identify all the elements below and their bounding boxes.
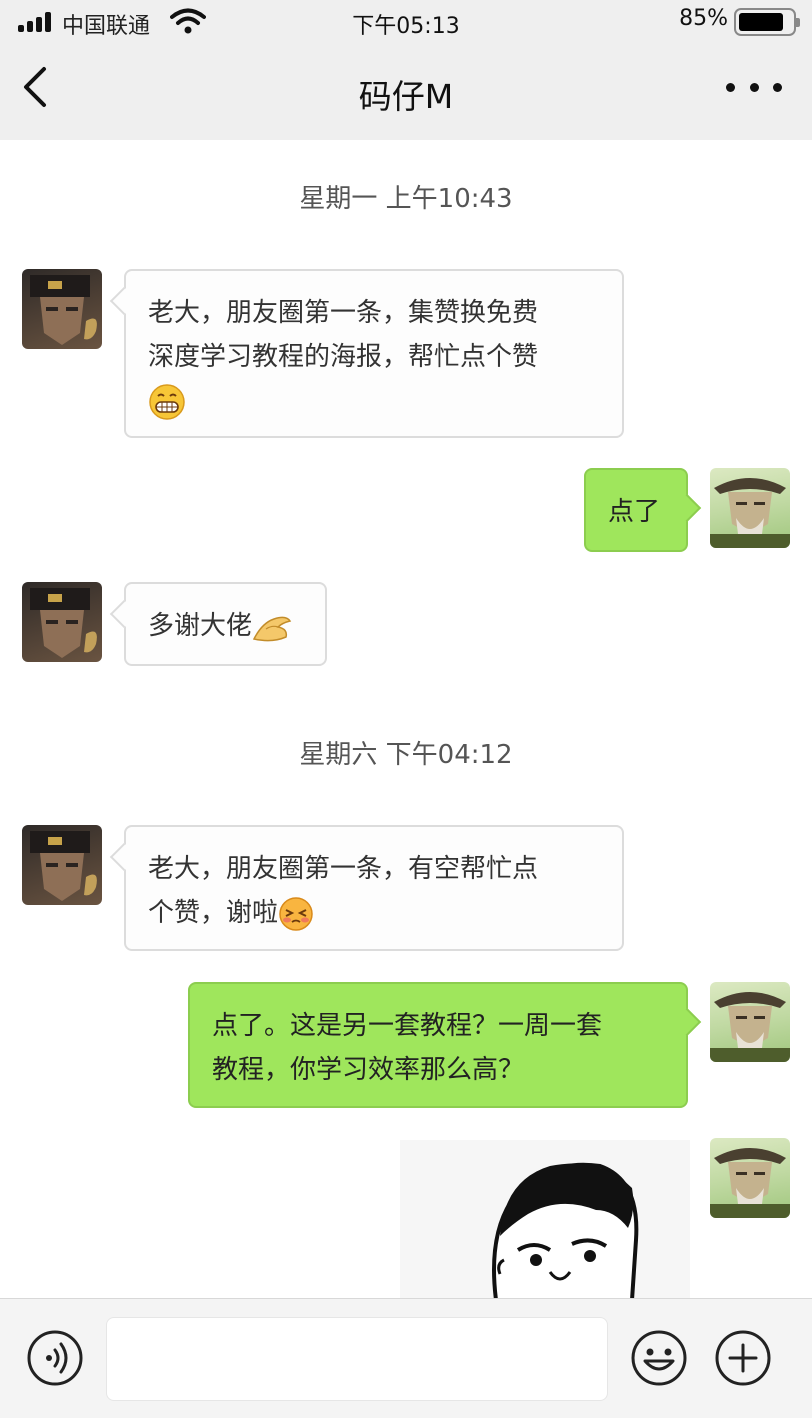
plus-button[interactable] xyxy=(714,1329,772,1387)
message-line: 教程，你学习效率那么高？ xyxy=(212,1055,525,1085)
message-line: 多谢大佬 xyxy=(148,611,253,641)
avatar-image xyxy=(30,275,97,345)
voice-icon xyxy=(27,1330,83,1386)
message-bubble-incoming[interactable]: 老大，朋友圈第一条，有空帮忙点 个赞，谢啦 xyxy=(124,825,624,951)
input-bar xyxy=(0,1298,812,1418)
message-bubble-incoming[interactable]: 老大，朋友圈第一条，集赞换免费 深度学习教程的海报，帮忙点个赞 xyxy=(124,269,624,438)
timestamp: 星期一 上午10:43 xyxy=(299,184,513,214)
battery-percent: 85% xyxy=(679,6,728,31)
message-bubble-outgoing[interactable]: 点了 xyxy=(584,468,688,552)
meme-face-sticker[interactable] xyxy=(400,1140,690,1298)
chat-title: 码仔M xyxy=(358,77,454,116)
avatar-image xyxy=(710,478,790,548)
chat-screen: 中国联通 下午05:13 85% 码仔M 星期一 上午10:43 老大，朋友圈第… xyxy=(0,0,812,1418)
avatar-image xyxy=(710,1148,790,1218)
grin-emoji-icon xyxy=(149,383,185,420)
more-button[interactable] xyxy=(726,72,782,102)
emoji-button[interactable] xyxy=(630,1329,688,1387)
avatar-contact[interactable] xyxy=(22,269,102,349)
timestamp: 星期六 下午04:12 xyxy=(299,740,513,770)
meme-face-image xyxy=(492,1162,639,1298)
smiley-icon xyxy=(631,1330,687,1386)
message-line: 老大，朋友圈第一条，集赞换免费 xyxy=(148,298,539,328)
voice-button[interactable] xyxy=(26,1329,84,1387)
avatar-contact[interactable] xyxy=(22,825,102,905)
message-line: 深度学习教程的海报，帮忙点个赞 xyxy=(148,342,539,372)
battery-level xyxy=(739,13,784,31)
top-bar: 中国联通 下午05:13 85% 码仔M xyxy=(0,0,812,140)
avatar-image xyxy=(30,588,97,658)
more-dot-icon xyxy=(773,82,782,92)
nav-bar: 码仔M xyxy=(0,44,812,140)
avatar-image xyxy=(710,992,790,1062)
message-line: 老大，朋友圈第一条，有空帮忙点 xyxy=(148,854,539,884)
avatar-self[interactable] xyxy=(710,468,790,548)
message-line: 个赞，谢啦 xyxy=(148,898,279,928)
message-line: 点了。这是另一套教程？一周一套 xyxy=(212,1011,603,1041)
avatar-self[interactable] xyxy=(710,982,790,1062)
avatar-self[interactable] xyxy=(710,1138,790,1218)
more-dot-icon xyxy=(726,82,735,92)
fist-bump-emoji-icon xyxy=(252,616,292,641)
status-bar: 中国联通 下午05:13 85% xyxy=(0,0,812,44)
chat-area[interactable]: 星期一 上午10:43 老大，朋友圈第一条，集赞换免费 深度学习教程的海报，帮忙… xyxy=(0,140,812,1298)
shy-emoji-icon xyxy=(279,896,313,931)
avatar-contact[interactable] xyxy=(22,582,102,662)
plus-icon xyxy=(715,1330,771,1386)
message-bubble-incoming[interactable]: 多谢大佬 xyxy=(124,582,327,666)
message-input[interactable] xyxy=(106,1317,608,1401)
message-bubble-outgoing[interactable]: 点了。这是另一套教程？一周一套 教程，你学习效率那么高？ xyxy=(188,982,688,1108)
avatar-image xyxy=(30,831,97,901)
battery-icon xyxy=(734,8,800,36)
more-dot-icon xyxy=(749,82,759,92)
message-line: 点了 xyxy=(608,497,661,527)
